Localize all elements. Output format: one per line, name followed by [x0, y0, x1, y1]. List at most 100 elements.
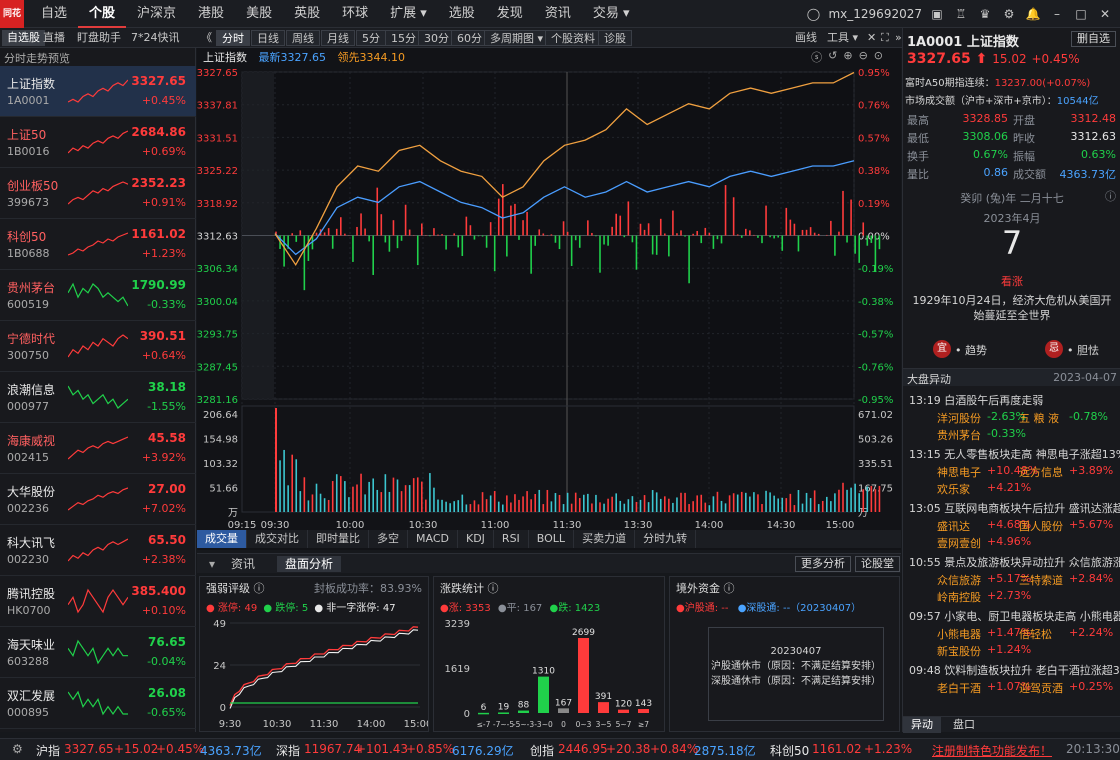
- indicator-tab[interactable]: 分时九转: [635, 530, 697, 548]
- subbar-left-item[interactable]: 7*24快讯: [126, 30, 185, 46]
- remove-watch-button[interactable]: 删自选: [1071, 31, 1116, 47]
- event-stock-name[interactable]: 壹网壹创: [937, 535, 981, 551]
- subbar-left-item[interactable]: 盯盘助手: [72, 30, 126, 46]
- event-stock-name[interactable]: 岭南控股: [937, 589, 981, 605]
- event-stock-name[interactable]: 众信旅游: [937, 572, 981, 588]
- tab-market-analysis[interactable]: 盘面分析: [277, 556, 342, 572]
- event-stock-name[interactable]: 五 粮 液: [1019, 410, 1059, 426]
- collapse-icon[interactable]: ▾: [201, 556, 223, 572]
- indicator-tab[interactable]: KDJ: [458, 530, 494, 548]
- more-analysis-button[interactable]: 更多分析: [795, 556, 851, 572]
- indicator-tab[interactable]: 成交对比: [247, 530, 308, 548]
- watch-row[interactable]: 创业板50 399673 2352.23 +0.91%: [0, 168, 196, 219]
- event-stock-name[interactable]: 三特索道: [1019, 572, 1063, 588]
- watch-row[interactable]: 腾讯控股 HK0700 385.400 +0.10%: [0, 576, 196, 627]
- watch-row[interactable]: 上证50 1B0016 2684.86 +0.69%: [0, 117, 196, 168]
- chart-tool-icon[interactable]: ↺: [828, 49, 837, 65]
- event-headline[interactable]: 13:15 无人零售板块走高 神思电子涨超13%: [909, 446, 1120, 462]
- event-headline[interactable]: 09:48 饮料制造板块拉升 老白干酒拉涨超3%: [909, 662, 1120, 678]
- indicator-tab[interactable]: 即时量比: [308, 530, 369, 548]
- indicator-tab[interactable]: MACD: [408, 530, 458, 548]
- vip-icon[interactable]: ♛: [976, 5, 994, 23]
- tab-news[interactable]: 资讯: [223, 556, 263, 572]
- draw-button[interactable]: 画线: [790, 30, 822, 46]
- indicator-tab[interactable]: BOLL: [529, 530, 575, 548]
- skin-icon[interactable]: ♖: [952, 5, 970, 23]
- watch-row[interactable]: 科创50 1B0688 1161.02 +1.23%: [0, 219, 196, 270]
- username[interactable]: mx_129692027: [828, 7, 922, 21]
- indicator-tab[interactable]: 成交量: [197, 530, 247, 548]
- level-icon[interactable]: ▣: [928, 5, 946, 23]
- period-tab[interactable]: 个股资料: [545, 30, 601, 46]
- event-stock-name[interactable]: 欢乐家: [937, 481, 970, 497]
- watch-row[interactable]: 宁德时代 300750 390.51 +0.64%: [0, 321, 196, 372]
- period-tab[interactable]: 多周期图 ▾: [484, 30, 550, 46]
- watch-row[interactable]: 浪潮信息 000977 38.18 -1.55%: [0, 372, 196, 423]
- nav-item[interactable]: 港股: [187, 0, 235, 28]
- tools-button[interactable]: 工具 ▾: [822, 30, 863, 46]
- nav-item[interactable]: 交易 ▾: [582, 0, 641, 28]
- nav-item[interactable]: 资讯: [534, 0, 582, 28]
- event-headline[interactable]: 13:19 白酒股午后再度走弱: [909, 392, 1043, 408]
- event-headline[interactable]: 13:05 互联网电商板块午后拉升 盛讯达涨超6%: [909, 500, 1120, 516]
- forum-button[interactable]: 论股堂: [855, 556, 900, 572]
- event-stock-name[interactable]: 老白干酒: [937, 680, 981, 696]
- indicator-tab[interactable]: 买卖力道: [574, 530, 636, 548]
- nav-item[interactable]: 自选: [30, 0, 78, 28]
- event-stock-name[interactable]: 洋河股份: [937, 410, 981, 426]
- event-stock-name[interactable]: 新宝股份: [937, 643, 981, 659]
- promo-link[interactable]: 注册制特色功能发布！: [932, 742, 1052, 759]
- period-tab[interactable]: 60分: [451, 30, 488, 46]
- intraday-chart[interactable]: 上证指数 最新3327.65 领先3344.10 ⓢ ↺ ⊕ ⊖ ⊙ 3327.65 0.…: [197, 48, 901, 550]
- event-stock-name[interactable]: 远方信息: [1019, 464, 1063, 480]
- period-tab[interactable]: 分时: [216, 30, 250, 46]
- chart-tool-icon[interactable]: ⊕: [843, 49, 852, 65]
- watch-row[interactable]: 海天味业 603288 76.65 -0.04%: [0, 627, 196, 678]
- watch-row[interactable]: 贵州茅台 600519 1790.99 -0.33%: [0, 270, 196, 321]
- watch-row[interactable]: 双汇发展 000895 26.08 -0.65%: [0, 678, 196, 729]
- collapse-left-icon[interactable]: 《: [196, 30, 217, 46]
- event-stock-name[interactable]: 盛讯达: [937, 518, 970, 534]
- bell-icon[interactable]: 🔔: [1024, 5, 1042, 23]
- event-headline[interactable]: 10:55 景点及旅游板块异动拉升 众信旅游涨超5%: [909, 554, 1120, 570]
- period-tab[interactable]: 5分: [356, 30, 386, 46]
- period-tab[interactable]: 30分: [418, 30, 455, 46]
- minimize-icon[interactable]: –: [1048, 5, 1066, 23]
- nav-item[interactable]: 环球: [331, 0, 379, 28]
- nav-item[interactable]: 选股: [438, 0, 486, 28]
- tab-events[interactable]: 异动: [903, 717, 941, 733]
- chart-tool-icon[interactable]: ⊖: [859, 49, 868, 65]
- maximize-icon[interactable]: □: [1072, 5, 1090, 23]
- watch-row[interactable]: 科大讯飞 002230 65.50 +2.38%: [0, 525, 196, 576]
- chart-tool-icon[interactable]: ⊙: [874, 49, 883, 65]
- chart-canvas[interactable]: 3327.65 0.95% 3337.81 0.76% 3331.51 0.57% 3325…: [197, 64, 901, 550]
- nav-item[interactable]: 英股: [283, 0, 331, 28]
- event-stock-name[interactable]: 小熊电器: [937, 626, 981, 642]
- nav-item[interactable]: 沪深京: [126, 0, 187, 28]
- watch-row[interactable]: 海康威视 002415 45.58 +3.92%: [0, 423, 196, 474]
- watch-row[interactable]: 上证指数 1A0001 3327.65 +0.45%: [0, 66, 196, 117]
- event-stock-name[interactable]: 神思电子: [937, 464, 981, 480]
- settings-icon[interactable]: ⚙: [1000, 5, 1018, 23]
- event-stock-name[interactable]: 倍轻松: [1019, 626, 1052, 642]
- watch-row[interactable]: 大华股份 002236 27.00 +7.02%: [0, 474, 196, 525]
- event-stock-name[interactable]: 贵州茅台: [937, 427, 981, 443]
- status-settings-icon[interactable]: ⚙: [12, 742, 23, 756]
- indicator-tab[interactable]: RSI: [494, 530, 529, 548]
- period-tab[interactable]: 月线: [321, 30, 355, 46]
- nav-item[interactable]: 个股: [78, 0, 127, 28]
- period-tab[interactable]: 诊股: [598, 30, 632, 46]
- info-icon[interactable]: ⓘ: [1105, 188, 1116, 204]
- period-tab[interactable]: 周线: [286, 30, 320, 46]
- close-icon[interactable]: ✕: [1096, 5, 1114, 23]
- user-icon[interactable]: ◯: [804, 5, 822, 23]
- tab-orderbook[interactable]: 盘口: [949, 717, 979, 733]
- nav-item[interactable]: 扩展 ▾: [379, 0, 438, 28]
- event-stock-name[interactable]: 国人股份: [1019, 518, 1063, 534]
- event-headline[interactable]: 09:57 小家电、厨卫电器板块走高 小熊电器涨超5%: [909, 608, 1120, 624]
- period-tab[interactable]: 日线: [251, 30, 285, 46]
- indicator-tab[interactable]: 多空: [369, 530, 408, 548]
- event-stock-name[interactable]: 迎驾贡酒: [1019, 680, 1063, 696]
- nav-item[interactable]: 美股: [235, 0, 283, 28]
- nav-item[interactable]: 发现: [486, 0, 534, 28]
